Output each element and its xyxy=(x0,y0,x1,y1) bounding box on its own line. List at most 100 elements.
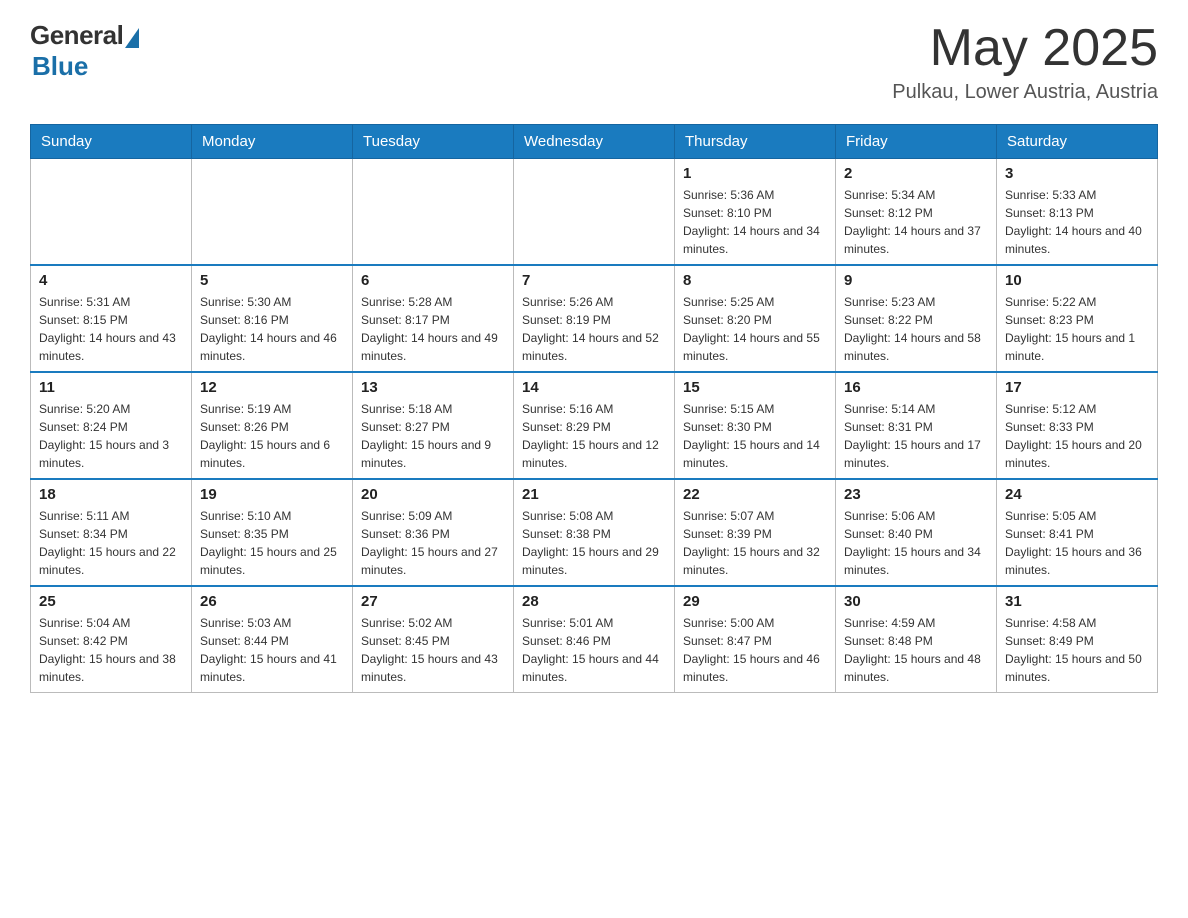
calendar-cell: 24Sunrise: 5:05 AMSunset: 8:41 PMDayligh… xyxy=(997,479,1158,586)
day-number: 25 xyxy=(39,593,183,610)
day-number: 16 xyxy=(844,379,988,396)
page-header: General Blue May 2025 Pulkau, Lower Aust… xyxy=(30,20,1158,104)
day-info: Sunrise: 5:01 AMSunset: 8:46 PMDaylight:… xyxy=(522,614,666,686)
day-info: Sunrise: 4:59 AMSunset: 8:48 PMDaylight:… xyxy=(844,614,988,686)
day-info: Sunrise: 5:16 AMSunset: 8:29 PMDaylight:… xyxy=(522,400,666,472)
calendar-cell: 29 Sunrise: 5:00 AMSunset: 8:47 PMDayligh… xyxy=(675,586,836,693)
calendar-header-monday: Monday xyxy=(192,125,353,159)
logo-general-text: General xyxy=(30,20,123,51)
calendar-cell xyxy=(192,159,353,266)
day-number: 5 xyxy=(200,272,344,289)
calendar-cell: 27 Sunrise: 5:02 AMSunset: 8:45 PMDayligh… xyxy=(353,586,514,693)
calendar-cell: 22 Sunrise: 5:07 AMSunset: 8:39 PMDayligh… xyxy=(675,479,836,586)
day-info: Sunrise: 5:15 AMSunset: 8:30 PMDaylight:… xyxy=(683,400,827,472)
calendar-header-saturday: Saturday xyxy=(997,125,1158,159)
calendar-cell: 4 Sunrise: 5:31 AMSunset: 8:15 PMDaylight… xyxy=(31,265,192,372)
day-info: Sunrise: 4:58 AMSunset: 8:49 PMDaylight:… xyxy=(1005,614,1149,686)
calendar-cell: 3Sunrise: 5:33 AMSunset: 8:13 PMDaylight… xyxy=(997,159,1158,266)
calendar-cell: 11Sunrise: 5:20 AMSunset: 8:24 PMDayligh… xyxy=(31,372,192,479)
calendar-cell: 12Sunrise: 5:19 AMSunset: 8:26 PMDayligh… xyxy=(192,372,353,479)
day-info: Sunrise: 5:06 AMSunset: 8:40 PMDaylight:… xyxy=(844,507,988,579)
calendar-cell: 9Sunrise: 5:23 AMSunset: 8:22 PMDaylight… xyxy=(836,265,997,372)
day-info: Sunrise: 5:22 AMSunset: 8:23 PMDaylight:… xyxy=(1005,293,1149,365)
calendar-cell: 18 Sunrise: 5:11 AMSunset: 8:34 PMDayligh… xyxy=(31,479,192,586)
day-info: Sunrise: 5:26 AMSunset: 8:19 PMDaylight:… xyxy=(522,293,666,365)
calendar-cell: 17Sunrise: 5:12 AMSunset: 8:33 PMDayligh… xyxy=(997,372,1158,479)
calendar-cell: 10Sunrise: 5:22 AMSunset: 8:23 PMDayligh… xyxy=(997,265,1158,372)
day-number: 6 xyxy=(361,272,505,289)
calendar-header-wednesday: Wednesday xyxy=(514,125,675,159)
title-section: May 2025 Pulkau, Lower Austria, Austria xyxy=(892,20,1158,104)
location-subtitle: Pulkau, Lower Austria, Austria xyxy=(892,81,1158,104)
calendar-header-tuesday: Tuesday xyxy=(353,125,514,159)
day-info: Sunrise: 5:25 AMSunset: 8:20 PMDaylight:… xyxy=(683,293,827,365)
calendar-cell: 19 Sunrise: 5:10 AMSunset: 8:35 PMDayligh… xyxy=(192,479,353,586)
day-number: 7 xyxy=(522,272,666,289)
logo: General Blue xyxy=(30,20,139,82)
calendar-cell: 5Sunrise: 5:30 AMSunset: 8:16 PMDaylight… xyxy=(192,265,353,372)
day-info: Sunrise: 5:04 AMSunset: 8:42 PMDaylight:… xyxy=(39,614,183,686)
day-number: 23 xyxy=(844,486,988,503)
day-number: 12 xyxy=(200,379,344,396)
calendar-cell: 16 Sunrise: 5:14 AMSunset: 8:31 PMDayligh… xyxy=(836,372,997,479)
day-info: Sunrise: 5:10 AMSunset: 8:35 PMDaylight:… xyxy=(200,507,344,579)
calendar-header-sunday: Sunday xyxy=(31,125,192,159)
calendar-cell: 26 Sunrise: 5:03 AMSunset: 8:44 PMDayligh… xyxy=(192,586,353,693)
day-info: Sunrise: 5:14 AMSunset: 8:31 PMDaylight:… xyxy=(844,400,988,472)
day-number: 20 xyxy=(361,486,505,503)
calendar-cell: 31 Sunrise: 4:58 AMSunset: 8:49 PMDayligh… xyxy=(997,586,1158,693)
day-number: 15 xyxy=(683,379,827,396)
calendar-week-row-2: 4 Sunrise: 5:31 AMSunset: 8:15 PMDaylight… xyxy=(31,265,1158,372)
calendar-cell: 1 Sunrise: 5:36 AMSunset: 8:10 PMDaylight… xyxy=(675,159,836,266)
day-number: 26 xyxy=(200,593,344,610)
day-info: Sunrise: 5:09 AMSunset: 8:36 PMDaylight:… xyxy=(361,507,505,579)
calendar-week-row-5: 25 Sunrise: 5:04 AMSunset: 8:42 PMDayligh… xyxy=(31,586,1158,693)
day-info: Sunrise: 5:11 AMSunset: 8:34 PMDaylight:… xyxy=(39,507,183,579)
day-info: Sunrise: 5:08 AMSunset: 8:38 PMDaylight:… xyxy=(522,507,666,579)
day-number: 3 xyxy=(1005,165,1149,182)
logo-blue-text: Blue xyxy=(32,51,88,82)
calendar-cell xyxy=(514,159,675,266)
day-info: Sunrise: 5:31 AMSunset: 8:15 PMDaylight:… xyxy=(39,293,183,365)
calendar-cell xyxy=(353,159,514,266)
day-info: Sunrise: 5:02 AMSunset: 8:45 PMDaylight:… xyxy=(361,614,505,686)
calendar-cell: 13 Sunrise: 5:18 AMSunset: 8:27 PMDayligh… xyxy=(353,372,514,479)
calendar-header-thursday: Thursday xyxy=(675,125,836,159)
day-number: 13 xyxy=(361,379,505,396)
day-info: Sunrise: 5:18 AMSunset: 8:27 PMDaylight:… xyxy=(361,400,505,472)
day-info: Sunrise: 5:05 AMSunset: 8:41 PMDaylight:… xyxy=(1005,507,1149,579)
day-info: Sunrise: 5:00 AMSunset: 8:47 PMDaylight:… xyxy=(683,614,827,686)
day-number: 2 xyxy=(844,165,988,182)
day-number: 28 xyxy=(522,593,666,610)
calendar-cell: 23 Sunrise: 5:06 AMSunset: 8:40 PMDayligh… xyxy=(836,479,997,586)
day-number: 27 xyxy=(361,593,505,610)
day-info: Sunrise: 5:03 AMSunset: 8:44 PMDaylight:… xyxy=(200,614,344,686)
calendar-cell: 8 Sunrise: 5:25 AMSunset: 8:20 PMDaylight… xyxy=(675,265,836,372)
day-number: 8 xyxy=(683,272,827,289)
day-number: 14 xyxy=(522,379,666,396)
day-number: 1 xyxy=(683,165,827,182)
day-number: 18 xyxy=(39,486,183,503)
calendar-cell: 14 Sunrise: 5:16 AMSunset: 8:29 PMDayligh… xyxy=(514,372,675,479)
month-year-title: May 2025 xyxy=(892,20,1158,77)
day-number: 30 xyxy=(844,593,988,610)
day-info: Sunrise: 5:07 AMSunset: 8:39 PMDaylight:… xyxy=(683,507,827,579)
calendar-cell: 28 Sunrise: 5:01 AMSunset: 8:46 PMDayligh… xyxy=(514,586,675,693)
calendar-cell: 7 Sunrise: 5:26 AMSunset: 8:19 PMDaylight… xyxy=(514,265,675,372)
day-number: 11 xyxy=(39,379,183,396)
calendar-cell: 2 Sunrise: 5:34 AMSunset: 8:12 PMDaylight… xyxy=(836,159,997,266)
day-number: 31 xyxy=(1005,593,1149,610)
day-info: Sunrise: 5:23 AMSunset: 8:22 PMDaylight:… xyxy=(844,293,988,365)
calendar-cell: 25 Sunrise: 5:04 AMSunset: 8:42 PMDayligh… xyxy=(31,586,192,693)
calendar-cell: 21Sunrise: 5:08 AMSunset: 8:38 PMDayligh… xyxy=(514,479,675,586)
calendar-week-row-1: 1 Sunrise: 5:36 AMSunset: 8:10 PMDaylight… xyxy=(31,159,1158,266)
day-number: 19 xyxy=(200,486,344,503)
day-info: Sunrise: 5:34 AMSunset: 8:12 PMDaylight:… xyxy=(844,186,988,258)
day-number: 22 xyxy=(683,486,827,503)
calendar-week-row-4: 18 Sunrise: 5:11 AMSunset: 8:34 PMDayligh… xyxy=(31,479,1158,586)
day-number: 17 xyxy=(1005,379,1149,396)
day-number: 4 xyxy=(39,272,183,289)
day-info: Sunrise: 5:36 AMSunset: 8:10 PMDaylight:… xyxy=(683,186,827,258)
day-info: Sunrise: 5:28 AMSunset: 8:17 PMDaylight:… xyxy=(361,293,505,365)
day-number: 29 xyxy=(683,593,827,610)
